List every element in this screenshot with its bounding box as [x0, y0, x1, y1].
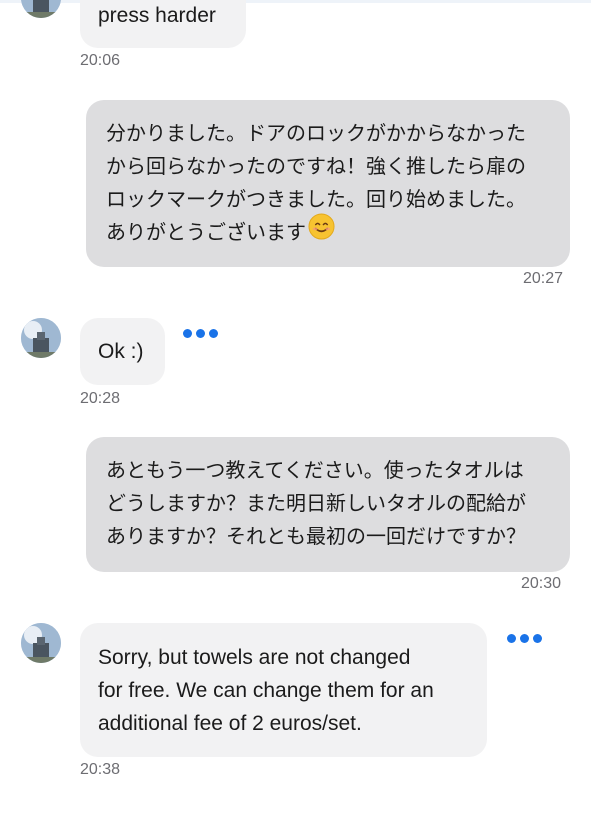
message-timestamp: 20:27	[523, 270, 564, 287]
message-bubble-incoming[interactable]: Ok :)	[80, 318, 165, 385]
more-options-icon[interactable]	[183, 329, 218, 341]
message-text-line: ロックマークがつきました。回り始めました。	[106, 187, 526, 211]
message-text-line: から回らなかったのですね！強く推したら扉の	[106, 154, 526, 178]
smiling-face-emoji	[308, 212, 335, 250]
message-text-line: あともう一つ教えてください。使ったタオルは	[106, 458, 524, 482]
avatar[interactable]	[21, 0, 61, 18]
message-text-line: どうしますか？また明日新しいタオルの配給が	[106, 491, 526, 515]
avatar[interactable]	[21, 623, 61, 663]
message-text-line: for free. We can change them for an	[98, 679, 434, 702]
message-timestamp: 20:38	[80, 761, 121, 778]
avatar[interactable]	[21, 318, 61, 358]
message-text-line: Sorry, but towels are not changed	[98, 646, 411, 669]
message-text-line: ありがとうございます	[106, 212, 550, 250]
message-text: Ok :)	[98, 340, 144, 363]
message-bubble-incoming[interactable]: press harder	[80, 0, 246, 48]
message-timestamp: 20:28	[80, 390, 121, 407]
message-text-line: ありますか？それとも最初の一回だけですか？	[106, 524, 526, 548]
message-bubble-incoming[interactable]: Sorry, but towels are not changed for fr…	[80, 623, 487, 757]
message-text-line: additional fee of 2 euros/set.	[98, 712, 362, 735]
message-bubble-outgoing[interactable]: 分かりました。ドアのロックがかからなかった から回らなかったのですね！強く推した…	[86, 100, 570, 267]
more-options-icon[interactable]	[507, 634, 542, 646]
message-timestamp: 20:30	[521, 575, 562, 592]
message-text-segment: ありがとうございます	[106, 220, 306, 244]
message-text: press harder	[98, 4, 216, 27]
message-timestamp: 20:06	[80, 52, 121, 69]
message-text-line: 分かりました。ドアのロックがかからなかった	[106, 121, 526, 145]
message-bubble-outgoing[interactable]: あともう一つ教えてください。使ったタオルは どうしますか？また明日新しいタオルの…	[86, 437, 570, 572]
